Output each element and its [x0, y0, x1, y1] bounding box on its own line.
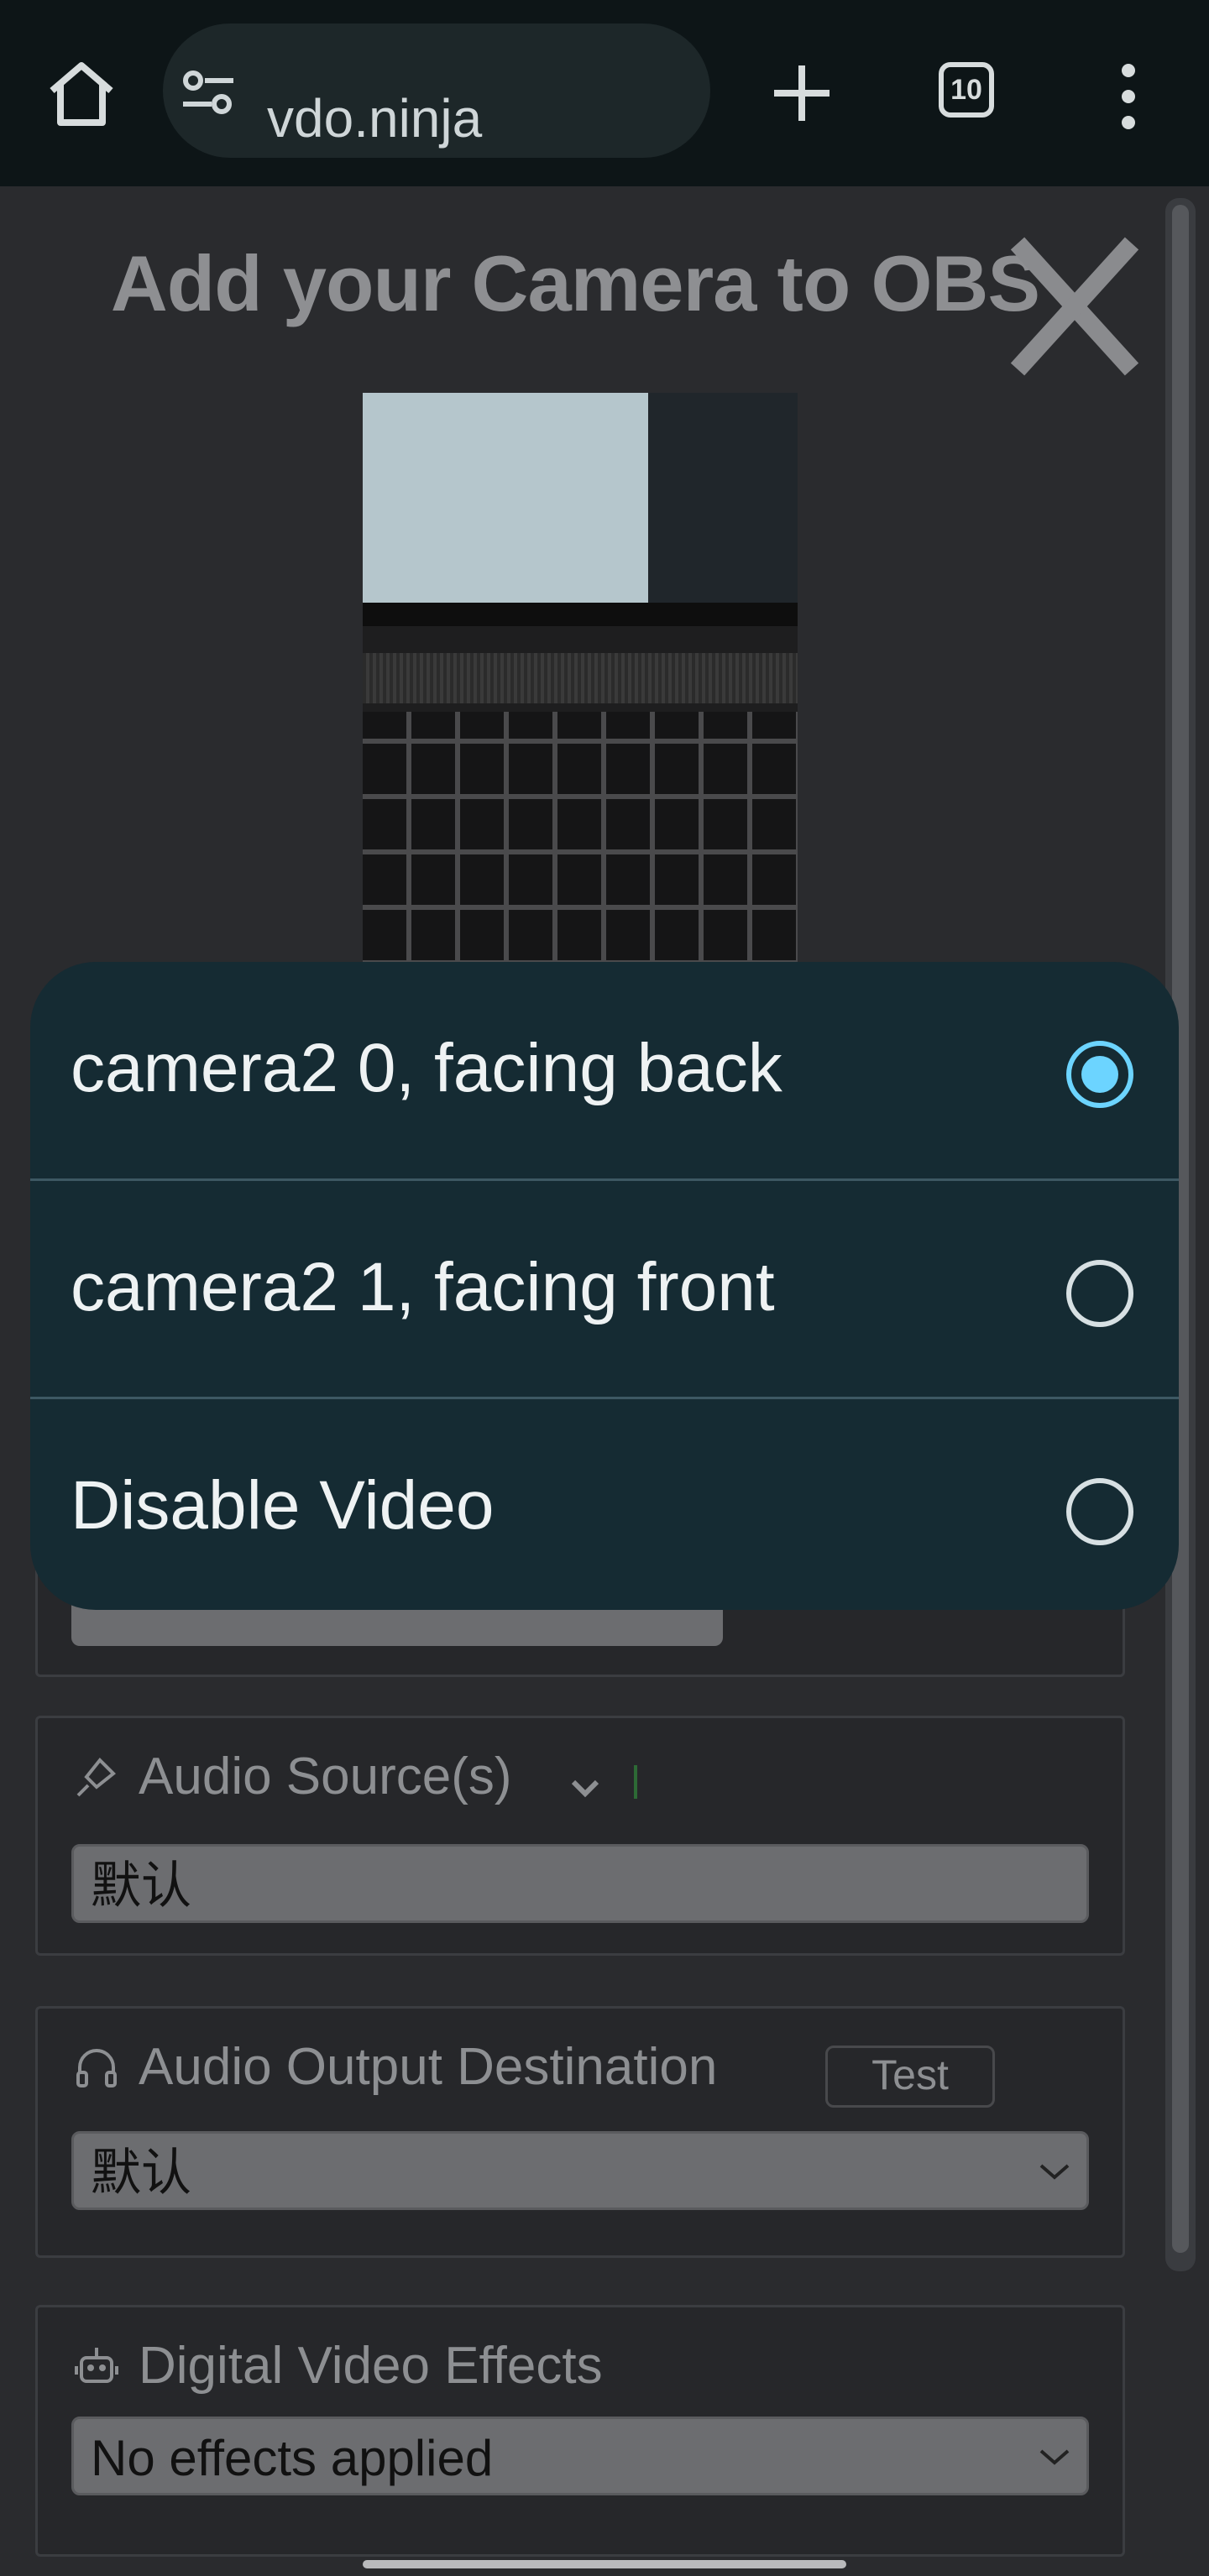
- audio-source-label: Audio Source(s): [139, 1748, 512, 1805]
- chevron-down-icon: [1039, 2164, 1070, 2180]
- option-disable-video[interactable]: Disable Video: [30, 1397, 1179, 1610]
- audio-level-meter: [634, 1765, 637, 1799]
- tab-switcher-button[interactable]: 10: [939, 62, 994, 118]
- headphones-icon: [76, 2049, 117, 2087]
- option-label: camera2 0, facing back: [71, 1030, 782, 1106]
- browser-toolbar: vdo.ninja 10: [0, 0, 1209, 186]
- radio-unselected-icon[interactable]: [1066, 1478, 1133, 1545]
- audio-source-value: 默认: [91, 1858, 191, 1914]
- overflow-menu-icon[interactable]: [1107, 59, 1150, 134]
- video-source-chooser: camera2 0, facing back camera2 1, facing…: [30, 962, 1179, 1610]
- audio-source-card: Audio Source(s) 默认: [35, 1716, 1125, 1956]
- video-effects-select[interactable]: No effects applied: [71, 2417, 1089, 2495]
- new-tab-icon[interactable]: [764, 55, 840, 131]
- radio-unselected-icon[interactable]: [1066, 1260, 1133, 1327]
- audio-output-card: Audio Output Destination Test 默认: [35, 2006, 1125, 2258]
- option-label: camera2 1, facing front: [71, 1249, 775, 1325]
- video-effects-card: Digital Video Effects No effects applied: [35, 2305, 1125, 2557]
- gesture-navigation-handle[interactable]: [363, 2560, 846, 2568]
- option-camera-back[interactable]: camera2 0, facing back: [30, 962, 1179, 1178]
- video-effects-label: Digital Video Effects: [139, 2337, 603, 2395]
- test-audio-button[interactable]: Test: [825, 2046, 995, 2108]
- audio-output-select[interactable]: 默认: [71, 2131, 1089, 2210]
- url-text: vdo.ninja: [267, 88, 483, 149]
- chevron-down-icon[interactable]: [568, 1772, 602, 1805]
- video-effects-value: No effects applied: [91, 2430, 494, 2486]
- radio-selected-icon[interactable]: [1066, 1041, 1133, 1108]
- chevron-down-icon: [1039, 2449, 1070, 2465]
- audio-output-label: Audio Output Destination: [139, 2038, 718, 2096]
- site-settings-icon[interactable]: [181, 67, 235, 118]
- page-title: Add your Camera to OBS: [110, 239, 1040, 327]
- microphone-icon: [76, 1758, 116, 1797]
- home-icon[interactable]: [44, 55, 119, 131]
- audio-output-value: 默认: [91, 2145, 191, 2201]
- robot-icon: [75, 2348, 118, 2383]
- audio-source-select[interactable]: 默认: [71, 1844, 1089, 1923]
- option-camera-front[interactable]: camera2 1, facing front: [30, 1178, 1179, 1398]
- address-bar[interactable]: vdo.ninja: [163, 24, 710, 158]
- option-label: Disable Video: [71, 1467, 495, 1544]
- close-icon[interactable]: [1006, 227, 1144, 386]
